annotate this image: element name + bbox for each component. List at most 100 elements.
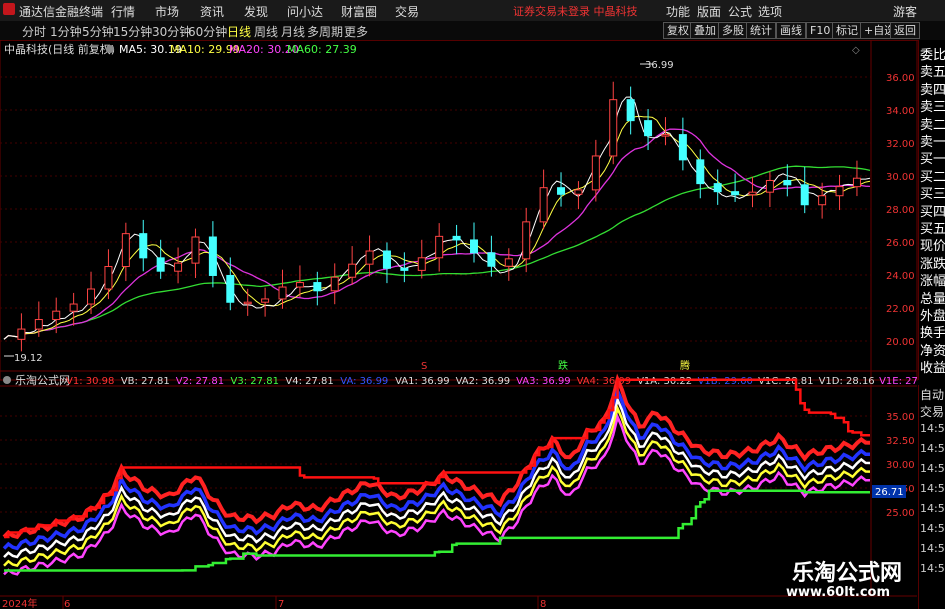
guest-label[interactable]: 游客 xyxy=(893,3,917,20)
multi-stock-button[interactable]: 多股 xyxy=(718,22,748,39)
main-y-tick: 32.00 xyxy=(886,139,915,150)
tab-5min[interactable]: 5分钟 xyxy=(82,23,114,40)
indicator-value-label: V4: 27.81 xyxy=(285,376,333,387)
candle-up xyxy=(52,310,61,321)
settings-dot-icon[interactable] xyxy=(106,45,114,53)
menu-zixun[interactable]: 资讯 xyxy=(200,3,224,20)
draw-line-button[interactable]: 画线 xyxy=(776,22,806,39)
low-price-label: 19.12 xyxy=(14,353,43,364)
tab-1min[interactable]: 1分钟 xyxy=(50,23,82,40)
back-button[interactable]: 返回 xyxy=(890,22,920,39)
side-item-5[interactable]: 卖一 xyxy=(920,131,945,150)
side-item-11[interactable]: 现价 xyxy=(920,235,945,254)
app-logo-icon xyxy=(3,3,15,15)
main-y-tick: 28.00 xyxy=(886,205,915,216)
chart-area[interactable]: 36.00 34.00 32.00 30.00 28.00 26.00 24.00 22.00… xyxy=(0,40,918,609)
candle-up xyxy=(504,258,513,267)
candle-down xyxy=(783,179,792,186)
tab-more[interactable]: 更多 xyxy=(344,23,368,40)
side-item-9[interactable]: 买四 xyxy=(920,201,945,220)
menu-gongneng[interactable]: 功能 xyxy=(666,3,690,20)
menu-jiaoyi[interactable]: 交易 xyxy=(395,3,419,20)
candle-up xyxy=(261,298,270,303)
indicator-band-line xyxy=(2,385,870,551)
menu-faxian[interactable]: 发现 xyxy=(244,3,268,20)
quote-side-panel: 委比 卖五 卖四 卖三 卖二 卖一 买一 买二 买三 买四 买五 现价 涨跌 涨幅 总量 外盘 换手 净资 收益 xyxy=(918,40,945,380)
tab-daily[interactable]: 日线 xyxy=(227,23,251,40)
candle-up xyxy=(104,266,113,290)
menu-shichang[interactable]: 市场 xyxy=(155,3,179,20)
trade-item-1[interactable]: 交易 xyxy=(920,403,944,420)
candle-up xyxy=(87,288,96,305)
candle-down xyxy=(800,184,809,206)
main-chart-frame xyxy=(0,40,918,381)
indicator-band-line xyxy=(2,373,871,540)
indicator-y-tick: 32.50 xyxy=(886,436,915,447)
candle-up xyxy=(609,99,618,157)
xaxis-aug: 8 xyxy=(540,599,546,609)
trade-item-0[interactable]: 自动 xyxy=(920,386,944,403)
tab-multi-period[interactable]: 多周期 xyxy=(307,23,343,40)
side-item-14[interactable]: 总量 xyxy=(920,288,945,307)
side-item-2[interactable]: 卖四 xyxy=(920,79,945,98)
side-item-1[interactable]: 卖五 xyxy=(920,61,945,80)
period-toolbar: 分时 1分钟 5分钟 15分钟 30分钟 60分钟 日线 周线 月线 多周期 更… xyxy=(0,21,945,41)
main-gridlines xyxy=(0,76,871,342)
side-item-8[interactable]: 买三 xyxy=(920,183,945,202)
mark-button[interactable]: 标记 xyxy=(832,22,862,39)
indicator-value-label: V1D: 28.16 xyxy=(819,376,875,387)
main-y-tick: 24.00 xyxy=(886,271,915,282)
side-item-12[interactable]: 涨跌 xyxy=(920,253,945,272)
statistics-button[interactable]: 统计 xyxy=(746,22,776,39)
tab-fenshi[interactable]: 分时 xyxy=(22,23,46,40)
trade-time-4: 14:56 xyxy=(920,502,945,515)
side-item-18[interactable]: 收益 xyxy=(920,357,945,376)
side-item-6[interactable]: 买一 xyxy=(920,148,945,167)
tab-30min[interactable]: 30分钟 xyxy=(152,23,191,40)
main-y-tick: 30.00 xyxy=(886,172,915,183)
menu-xuanxiang[interactable]: 选项 xyxy=(758,3,782,20)
candle-up xyxy=(591,155,600,191)
side-item-0[interactable]: 委比 xyxy=(920,44,945,63)
expand-icon[interactable]: ◇ xyxy=(852,45,860,56)
tab-60min[interactable]: 60分钟 xyxy=(188,23,227,40)
tab-monthly[interactable]: 月线 xyxy=(281,23,305,40)
high-price-label: 36.99 xyxy=(645,60,674,71)
menu-banmian[interactable]: 版面 xyxy=(697,3,721,20)
side-item-10[interactable]: 买五 xyxy=(920,218,945,237)
indicator-y-tick: 25.00 xyxy=(886,508,915,519)
indicator-settings-icon[interactable] xyxy=(3,376,11,384)
indicator-value-label: VA2: 36.99 xyxy=(456,376,511,387)
side-item-4[interactable]: 卖二 xyxy=(920,114,945,133)
tab-15min[interactable]: 15分钟 xyxy=(113,23,152,40)
trade-time-1: 14:56 xyxy=(920,442,945,455)
indicator-value-label: V1B: 29.60 xyxy=(698,376,753,387)
candle-down xyxy=(208,236,217,276)
fuquan-button[interactable]: 复权 xyxy=(663,22,693,39)
watermark-url: www.60lt.com xyxy=(786,585,891,600)
side-item-3[interactable]: 卖三 xyxy=(920,96,945,115)
side-item-16[interactable]: 换手 xyxy=(920,322,945,341)
main-y-ticks: 36.00 34.00 32.00 30.00 28.00 26.00 24.00 22.00… xyxy=(886,73,915,348)
indicator-value-label: VA3: 36.99 xyxy=(516,376,571,387)
side-item-17[interactable]: 净资 xyxy=(920,340,945,359)
xaxis-jul: 7 xyxy=(278,599,284,609)
side-item-15[interactable]: 外盘 xyxy=(920,305,945,324)
tab-weekly[interactable]: 周线 xyxy=(254,23,278,40)
side-item-7[interactable]: 买二 xyxy=(920,166,945,185)
candle-down xyxy=(452,235,461,241)
menu-caifuquan[interactable]: 财富圈 xyxy=(341,3,377,20)
side-item-13[interactable]: 涨幅 xyxy=(920,270,945,289)
menu-gongshi[interactable]: 公式 xyxy=(728,3,752,20)
f10-button[interactable]: F10 xyxy=(806,22,835,39)
menu-hangqing[interactable]: 行情 xyxy=(111,3,135,20)
overlay-button[interactable]: 叠加 xyxy=(690,22,720,39)
candle-up xyxy=(417,257,426,271)
marker-teng: 腾 xyxy=(680,359,690,372)
menu-wenxiaoda[interactable]: 问小达 xyxy=(287,3,323,20)
trade-time-5: 14:56 xyxy=(920,522,945,535)
candle-up xyxy=(765,179,774,193)
candle-up xyxy=(661,134,670,137)
indicator-value-label: V1E: 27.53 xyxy=(879,376,918,387)
indicator-name: 乐淘公式网 xyxy=(15,374,70,387)
